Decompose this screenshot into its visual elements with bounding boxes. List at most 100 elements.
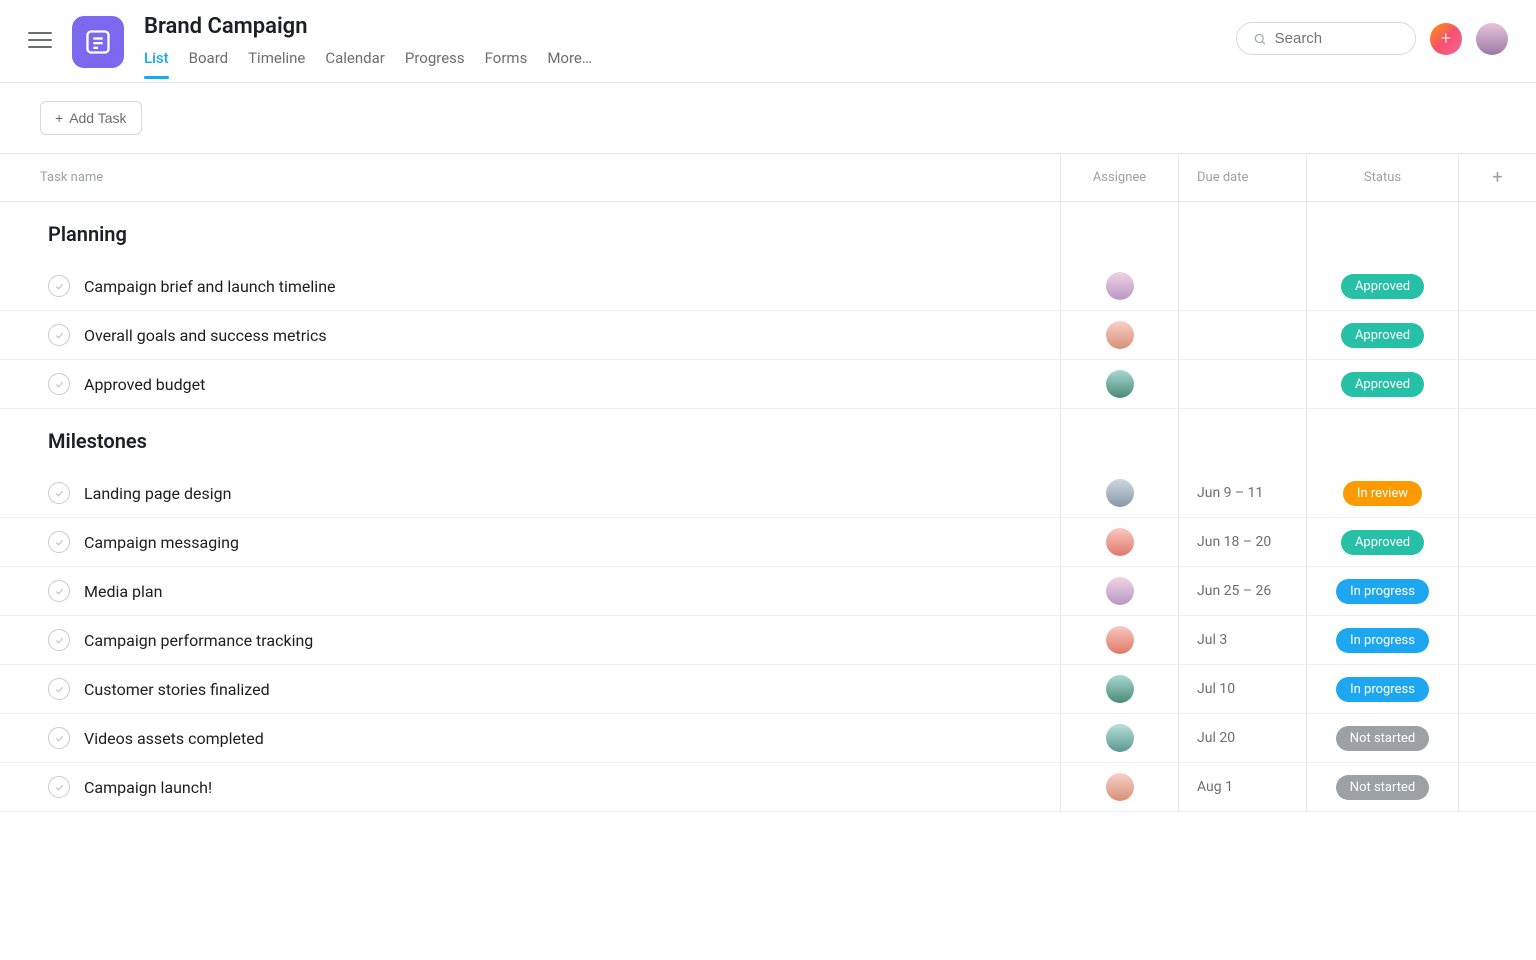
search-input[interactable] <box>1275 30 1399 47</box>
assignee-avatar[interactable] <box>1106 724 1134 752</box>
complete-check-icon[interactable] <box>48 482 70 504</box>
add-column-button[interactable]: + <box>1458 154 1536 201</box>
assignee-avatar[interactable] <box>1106 479 1134 507</box>
status-cell[interactable]: In progress <box>1306 665 1458 713</box>
task-cell[interactable]: Landing page design <box>0 469 1060 517</box>
row-extra-cell <box>1458 518 1536 566</box>
due-date-cell[interactable] <box>1178 360 1306 408</box>
app-header: Brand Campaign ListBoardTimelineCalendar… <box>0 0 1536 83</box>
due-date-cell[interactable]: Aug 1 <box>1178 763 1306 811</box>
project-icon[interactable] <box>72 16 124 68</box>
task-cell[interactable]: Overall goals and success metrics <box>0 311 1060 359</box>
assignee-cell[interactable] <box>1060 311 1178 359</box>
due-date-cell[interactable]: Jul 20 <box>1178 714 1306 762</box>
task-row[interactable]: Landing page design Jun 9 – 11 In review <box>0 469 1536 518</box>
due-date-cell[interactable]: Jun 25 – 26 <box>1178 567 1306 615</box>
menu-toggle-icon[interactable] <box>28 28 52 52</box>
complete-check-icon[interactable] <box>48 275 70 297</box>
tab-forms[interactable]: Forms <box>485 49 528 79</box>
status-badge[interactable]: In review <box>1343 481 1422 506</box>
task-row[interactable]: Campaign brief and launch timeline Approv… <box>0 262 1536 311</box>
tab-list[interactable]: List <box>144 49 169 79</box>
assignee-cell[interactable] <box>1060 518 1178 566</box>
section-header[interactable]: Planning <box>0 202 1536 262</box>
status-cell[interactable]: In progress <box>1306 616 1458 664</box>
due-date-cell[interactable]: Jul 3 <box>1178 616 1306 664</box>
status-cell[interactable]: In review <box>1306 469 1458 517</box>
task-row[interactable]: Customer stories finalized Jul 10 In progr… <box>0 665 1536 714</box>
assignee-cell[interactable] <box>1060 567 1178 615</box>
task-row[interactable]: Videos assets completed Jul 20 Not started <box>0 714 1536 763</box>
status-badge[interactable]: Approved <box>1341 274 1424 299</box>
assignee-cell[interactable] <box>1060 714 1178 762</box>
tab-timeline[interactable]: Timeline <box>248 49 305 79</box>
status-cell[interactable]: Approved <box>1306 311 1458 359</box>
complete-check-icon[interactable] <box>48 727 70 749</box>
due-date-cell[interactable] <box>1178 262 1306 310</box>
task-row[interactable]: Overall goals and success metrics Approve… <box>0 311 1536 360</box>
task-cell[interactable]: Videos assets completed <box>0 714 1060 762</box>
status-cell[interactable]: Approved <box>1306 360 1458 408</box>
global-add-button[interactable]: + <box>1430 23 1462 55</box>
user-avatar[interactable] <box>1476 23 1508 55</box>
row-extra-cell <box>1458 714 1536 762</box>
assignee-avatar[interactable] <box>1106 577 1134 605</box>
section-header[interactable]: Milestones <box>0 409 1536 469</box>
assignee-avatar[interactable] <box>1106 272 1134 300</box>
assignee-cell[interactable] <box>1060 262 1178 310</box>
assignee-avatar[interactable] <box>1106 773 1134 801</box>
task-row[interactable]: Approved budget Approved <box>0 360 1536 409</box>
status-badge[interactable]: In progress <box>1336 628 1429 653</box>
status-cell[interactable]: Approved <box>1306 262 1458 310</box>
assignee-cell[interactable] <box>1060 616 1178 664</box>
task-cell[interactable]: Media plan <box>0 567 1060 615</box>
status-badge[interactable]: Approved <box>1341 372 1424 397</box>
assignee-avatar[interactable] <box>1106 675 1134 703</box>
search-box[interactable] <box>1236 22 1416 55</box>
due-date-cell[interactable]: Jun 18 – 20 <box>1178 518 1306 566</box>
task-row[interactable]: Campaign messaging Jun 18 – 20 Approved <box>0 518 1536 567</box>
assignee-cell[interactable] <box>1060 469 1178 517</box>
complete-check-icon[interactable] <box>48 678 70 700</box>
add-task-button[interactable]: + Add Task <box>40 101 142 135</box>
status-badge[interactable]: In progress <box>1336 579 1429 604</box>
status-cell[interactable]: Approved <box>1306 518 1458 566</box>
task-row[interactable]: Campaign launch! Aug 1 Not started <box>0 763 1536 812</box>
task-row[interactable]: Media plan Jun 25 – 26 In progress <box>0 567 1536 616</box>
task-cell[interactable]: Campaign performance tracking <box>0 616 1060 664</box>
status-cell[interactable]: Not started <box>1306 714 1458 762</box>
complete-check-icon[interactable] <box>48 580 70 602</box>
assignee-avatar[interactable] <box>1106 321 1134 349</box>
assignee-cell[interactable] <box>1060 665 1178 713</box>
task-cell[interactable]: Campaign launch! <box>0 763 1060 811</box>
complete-check-icon[interactable] <box>48 373 70 395</box>
task-cell[interactable]: Customer stories finalized <box>0 665 1060 713</box>
complete-check-icon[interactable] <box>48 531 70 553</box>
assignee-avatar[interactable] <box>1106 528 1134 556</box>
status-badge[interactable]: Not started <box>1336 775 1429 800</box>
task-cell[interactable]: Approved budget <box>0 360 1060 408</box>
status-badge[interactable]: Approved <box>1341 530 1424 555</box>
status-badge[interactable]: In progress <box>1336 677 1429 702</box>
assignee-cell[interactable] <box>1060 763 1178 811</box>
status-badge[interactable]: Not started <box>1336 726 1429 751</box>
status-cell[interactable]: Not started <box>1306 763 1458 811</box>
status-badge[interactable]: Approved <box>1341 323 1424 348</box>
tab-more[interactable]: More… <box>547 49 592 79</box>
complete-check-icon[interactable] <box>48 629 70 651</box>
task-cell[interactable]: Campaign messaging <box>0 518 1060 566</box>
status-cell[interactable]: In progress <box>1306 567 1458 615</box>
task-cell[interactable]: Campaign brief and launch timeline <box>0 262 1060 310</box>
due-date-cell[interactable]: Jun 9 – 11 <box>1178 469 1306 517</box>
due-date-cell[interactable] <box>1178 311 1306 359</box>
tab-progress[interactable]: Progress <box>405 49 465 79</box>
complete-check-icon[interactable] <box>48 324 70 346</box>
complete-check-icon[interactable] <box>48 776 70 798</box>
assignee-avatar[interactable] <box>1106 370 1134 398</box>
assignee-avatar[interactable] <box>1106 626 1134 654</box>
assignee-cell[interactable] <box>1060 360 1178 408</box>
tab-calendar[interactable]: Calendar <box>325 49 385 79</box>
due-date-cell[interactable]: Jul 10 <box>1178 665 1306 713</box>
tab-board[interactable]: Board <box>189 49 228 79</box>
task-row[interactable]: Campaign performance tracking Jul 3 In pro… <box>0 616 1536 665</box>
